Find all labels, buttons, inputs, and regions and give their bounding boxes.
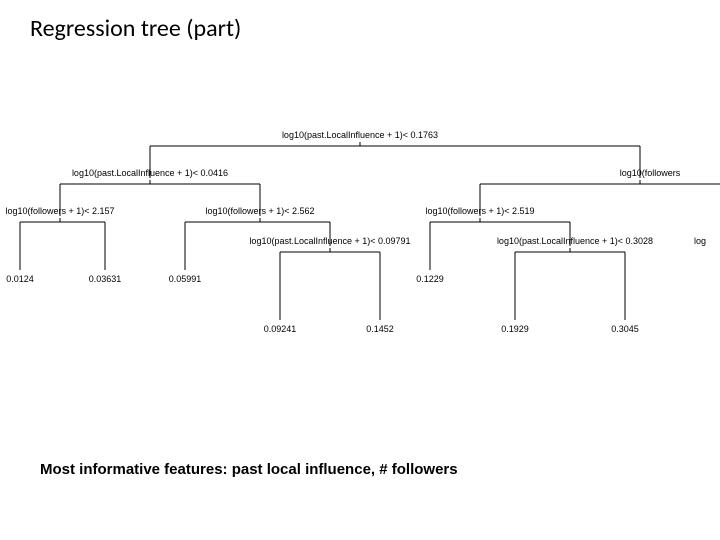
- node-L: log10(past.LocalInfluence + 1)< 0.0416: [72, 168, 228, 178]
- leaf-05991: 0.05991: [169, 274, 202, 284]
- node-RL: log10(followers + 1)< 2.519: [425, 206, 534, 216]
- node-RL-sub-trunc: log: [694, 236, 706, 246]
- leaf-03631: 0.03631: [89, 274, 122, 284]
- leaf-09241: 0.09241: [264, 324, 297, 334]
- slide-title: Regression tree (part): [30, 14, 241, 43]
- leaf-3045: 0.3045: [611, 324, 639, 334]
- leaf-1929: 0.1929: [501, 324, 529, 334]
- node-LR-sub: log10(past.LocalInfluence + 1)< 0.09791: [249, 236, 410, 246]
- node-LL: log10(followers + 1)< 2.157: [5, 206, 114, 216]
- leaf-1229: 0.1229: [416, 274, 444, 284]
- regression-tree-diagram: log10(past.LocalInfluence + 1)< 0.1763 l…: [0, 120, 720, 400]
- leaf-0124: 0.0124: [6, 274, 34, 284]
- leaf-1452: 0.1452: [366, 324, 394, 334]
- slide-caption: Most informative features: past local in…: [40, 461, 458, 478]
- node-root: log10(past.LocalInfluence + 1)< 0.1763: [282, 130, 438, 140]
- node-RL-sub: log10(past.LocalInfluence + 1)< 0.3028: [497, 236, 653, 246]
- node-LR: log10(followers + 1)< 2.562: [205, 206, 314, 216]
- node-R-trunc: log10(followers: [620, 168, 681, 178]
